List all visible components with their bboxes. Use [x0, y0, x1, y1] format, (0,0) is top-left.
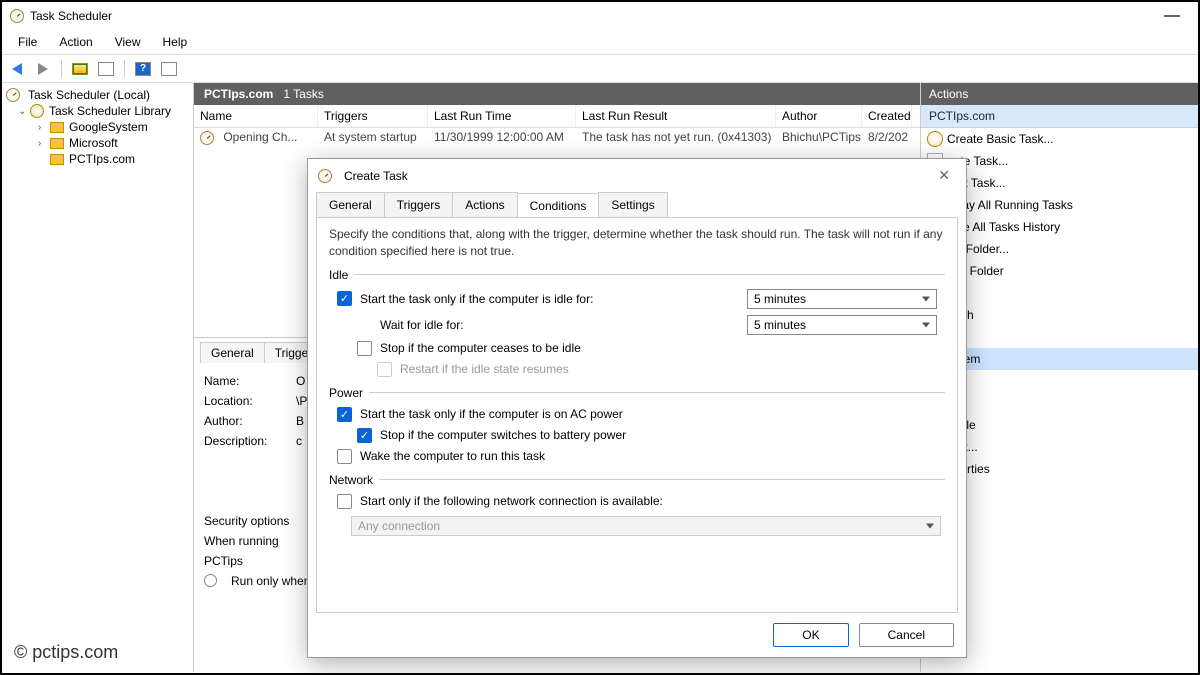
tree-item-pctips[interactable]: PCTIps.com — [4, 151, 191, 167]
restart-idle-checkbox — [377, 362, 392, 377]
battery-checkbox[interactable] — [357, 428, 372, 443]
arrow-left-icon — [12, 63, 22, 75]
author-label: Author: — [204, 414, 288, 428]
name-value: O — [296, 374, 305, 388]
arrow-right-icon — [38, 63, 48, 75]
pctips-label: PCTips — [204, 554, 243, 568]
ok-button[interactable]: OK — [773, 623, 848, 647]
minimize-icon[interactable] — [1164, 15, 1180, 17]
actions-subheader: PCTIps.com — [921, 105, 1198, 128]
ac-power-checkbox[interactable] — [337, 407, 352, 422]
titlebar: Task Scheduler — [2, 2, 1198, 30]
app-icon — [10, 9, 24, 23]
folder-icon — [50, 122, 64, 133]
task-count: 1 Tasks — [283, 87, 323, 101]
col-author[interactable]: Author — [776, 105, 862, 127]
actions-header: Actions — [921, 83, 1198, 105]
tree-item-google[interactable]: ›GoogleSystem — [4, 119, 191, 135]
wake-checkbox[interactable] — [337, 449, 352, 464]
forward-button[interactable] — [32, 58, 54, 80]
location-label: Location: — [204, 394, 288, 408]
dialog-title: Create Task — [344, 169, 408, 183]
toolbar: ? — [2, 55, 1198, 83]
watermark: © pctips.com — [14, 642, 118, 663]
network-combo: Any connection — [351, 516, 941, 536]
library-icon — [30, 104, 44, 118]
tab-conditions[interactable]: Conditions — [517, 193, 600, 218]
wait-duration-combo[interactable]: 5 minutes — [747, 315, 937, 335]
idle-duration-combo[interactable]: 5 minutes — [747, 289, 937, 309]
extra-icon — [161, 62, 177, 76]
location-value: \P — [296, 394, 307, 408]
menu-action[interactable]: Action — [49, 33, 102, 51]
battery-label: Stop if the computer switches to battery… — [380, 428, 626, 442]
tab-actions[interactable]: Actions — [452, 192, 517, 217]
action-create-basic[interactable]: Create Basic Task... — [921, 128, 1198, 150]
stop-idle-checkbox[interactable] — [357, 341, 372, 356]
menubar: File Action View Help — [2, 30, 1198, 54]
menu-view[interactable]: View — [105, 33, 151, 51]
idle-checkbox[interactable] — [337, 291, 352, 306]
wake-label: Wake the computer to run this task — [360, 449, 545, 463]
caret-down-icon: ⌄ — [18, 106, 28, 117]
desc-label: Description: — [204, 434, 288, 448]
wait-label: Wait for idle for: — [380, 318, 464, 332]
power-group-label: Power — [329, 386, 363, 400]
tb-props-button[interactable] — [95, 58, 117, 80]
col-name[interactable]: Name — [194, 105, 318, 127]
task-icon — [200, 131, 214, 145]
tb-extra-button[interactable] — [158, 58, 180, 80]
tree-pane: Task Scheduler (Local) ⌄Task Scheduler L… — [2, 83, 194, 672]
stop-idle-label: Stop if the computer ceases to be idle — [380, 341, 581, 355]
security-label: Security options — [204, 514, 289, 528]
author-value: B — [296, 414, 304, 428]
network-checkbox[interactable] — [337, 494, 352, 509]
center-title: PCTIps.com — [204, 87, 273, 101]
back-button[interactable] — [6, 58, 28, 80]
table-row[interactable]: Opening Ch... At system startup 11/30/19… — [194, 128, 920, 147]
when-running-label: When running — [204, 534, 279, 548]
tab-general[interactable]: General — [316, 192, 385, 217]
cancel-button[interactable]: Cancel — [859, 623, 954, 647]
tree-item-microsoft[interactable]: ›Microsoft — [4, 135, 191, 151]
tab-settings[interactable]: Settings — [598, 192, 667, 217]
tb-help-button[interactable]: ? — [132, 58, 154, 80]
folder-icon — [50, 138, 64, 149]
folder-icon — [50, 154, 64, 165]
desc-value: c — [296, 434, 302, 448]
create-task-dialog: Create Task ✕ General Triggers Actions C… — [307, 158, 967, 658]
idle-label: Start the task only if the computer is i… — [360, 292, 593, 306]
caret-right-icon: › — [38, 122, 48, 133]
tb-folder-button[interactable] — [69, 58, 91, 80]
tree-root[interactable]: Task Scheduler (Local) — [4, 87, 191, 103]
name-label: Name: — [204, 374, 288, 388]
app-title: Task Scheduler — [30, 9, 112, 23]
menu-file[interactable]: File — [8, 33, 47, 51]
folder-icon — [72, 63, 88, 75]
idle-group-label: Idle — [329, 268, 348, 282]
network-label: Start only if the following network conn… — [360, 494, 663, 508]
menu-help[interactable]: Help — [153, 33, 198, 51]
ac-power-label: Start the task only if the computer is o… — [360, 407, 623, 421]
radio-icon[interactable] — [204, 574, 217, 587]
center-header: PCTIps.com 1 Tasks — [194, 83, 920, 105]
col-lastrun[interactable]: Last Run Time — [428, 105, 576, 127]
tree-library[interactable]: ⌄Task Scheduler Library — [4, 103, 191, 119]
conditions-desc: Specify the conditions that, along with … — [329, 226, 945, 260]
help-icon: ? — [135, 62, 151, 76]
tab-general[interactable]: General — [200, 342, 265, 363]
grid-header: Name Triggers Last Run Time Last Run Res… — [194, 105, 920, 128]
col-result[interactable]: Last Run Result — [576, 105, 776, 127]
props-icon — [98, 62, 114, 76]
dialog-tabs: General Triggers Actions Conditions Sett… — [308, 192, 966, 217]
network-group-label: Network — [329, 473, 373, 487]
caret-right-icon: › — [38, 138, 48, 149]
col-triggers[interactable]: Triggers — [318, 105, 428, 127]
col-created[interactable]: Created — [862, 105, 912, 127]
clock-icon — [6, 88, 20, 102]
dialog-icon — [318, 169, 332, 183]
tab-triggers[interactable]: Triggers — [384, 192, 454, 217]
close-button[interactable]: ✕ — [932, 165, 956, 186]
restart-idle-label: Restart if the idle state resumes — [400, 362, 569, 376]
